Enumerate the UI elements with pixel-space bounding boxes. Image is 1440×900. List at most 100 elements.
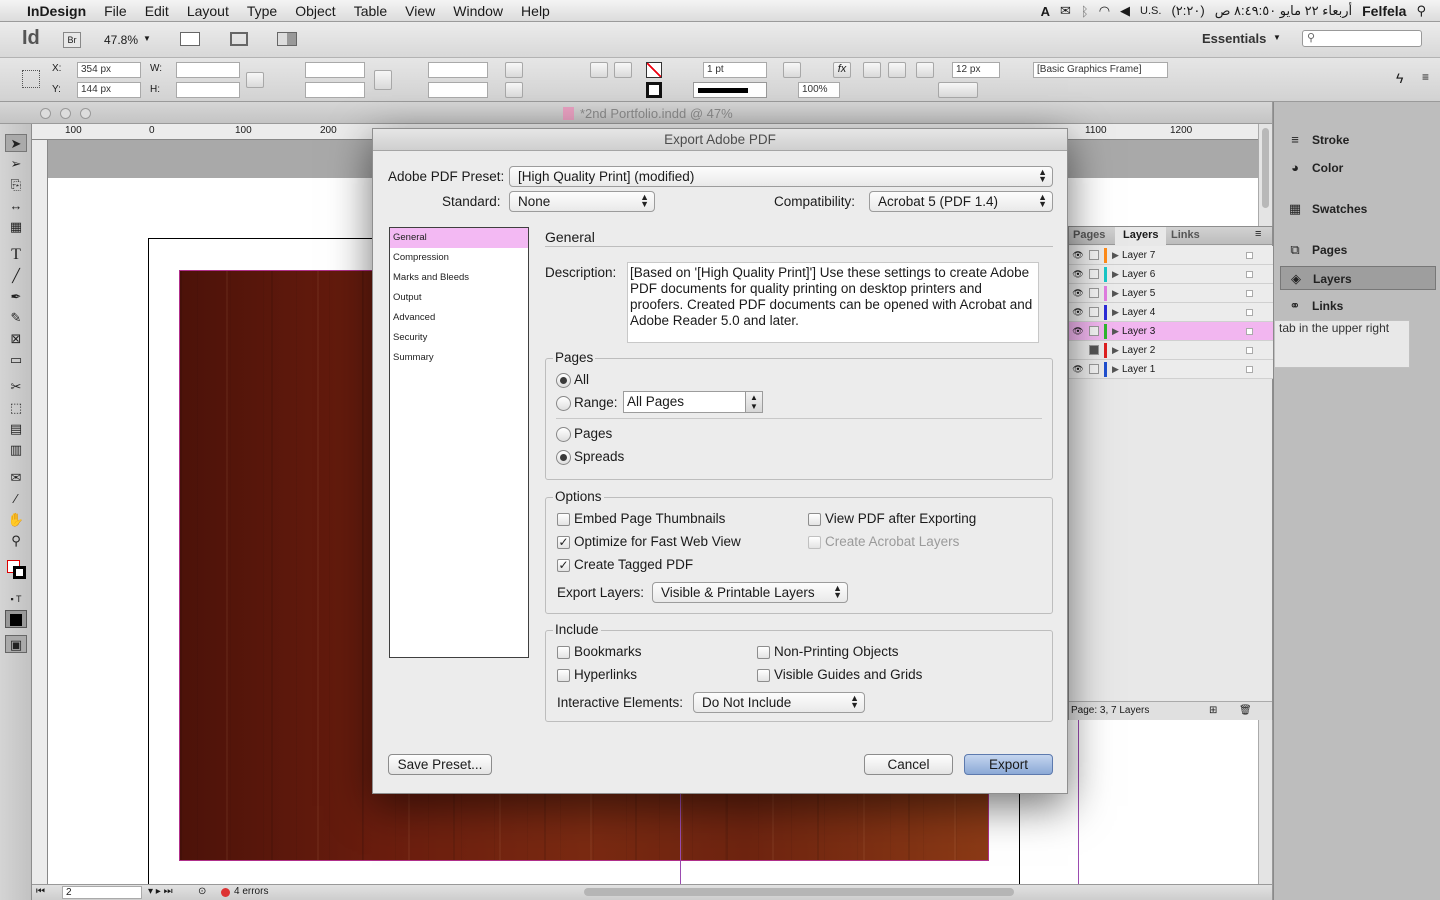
stroke-swatch[interactable] [646,82,662,98]
tab-pages[interactable]: Pages [1073,229,1105,241]
format-container-icon[interactable]: ▪ T [5,590,27,608]
x-position-field[interactable]: 354 px [77,62,141,78]
workspace-chevron-icon[interactable]: ▼ [1273,33,1281,42]
page-tool-icon[interactable]: ⎘ [5,176,27,194]
visibility-eye-icon[interactable]: 👁 [1071,303,1085,322]
fill-stroke-icon[interactable] [5,560,27,582]
trash-icon[interactable]: 🗑 [1239,702,1252,720]
lock-toggle-icon[interactable] [1089,269,1099,279]
dock-color[interactable]: ◕ Color [1280,156,1436,180]
category-item[interactable]: Summary [390,348,528,368]
checkbox-hyperlinks[interactable] [557,669,570,682]
scissors-tool-icon[interactable]: ✂ [5,378,27,396]
panel-menu-icon[interactable]: ≡ [1255,228,1261,240]
first-page-icon[interactable]: ⏮ [36,886,45,897]
pen-tool-icon[interactable]: ✒ [5,288,27,306]
category-item[interactable]: Marks and Bleeds [390,268,528,288]
visibility-eye-icon[interactable]: 👁 [1071,246,1085,265]
layer-row[interactable]: ▶ Layer 2 [1069,341,1273,360]
menu-view[interactable]: View [396,3,444,19]
layer-target-icon[interactable] [1246,366,1253,373]
constrain-proportions-icon[interactable] [246,72,264,88]
adobe-icon[interactable]: A [1041,4,1050,19]
screen-mode-icon[interactable] [230,32,248,46]
visibility-eye-icon[interactable]: 👁 [1071,265,1085,284]
layer-row[interactable]: 👁 ▶ Layer 7 [1069,246,1273,265]
standard-dropdown[interactable]: None ▲ ▼ [509,191,655,212]
input-source[interactable]: U.S. [1140,5,1161,17]
search-input[interactable]: ⚲ [1302,30,1422,47]
text-wrap-icon[interactable] [863,62,881,78]
wifi-icon[interactable]: ◠ [1099,3,1110,19]
layer-target-icon[interactable] [1246,290,1253,297]
layer-target-icon[interactable] [1246,271,1253,278]
dock-stroke[interactable]: ≡ Stroke [1280,128,1436,152]
cancel-button[interactable]: Cancel [864,754,953,775]
opacity-field[interactable]: 100% [798,82,840,98]
layer-target-icon[interactable] [1246,252,1253,259]
checkbox-nonprinting[interactable] [757,646,770,659]
dock-layers[interactable]: ◈ Layers [1280,266,1436,290]
select-container-icon[interactable] [614,62,632,78]
lock-toggle-icon[interactable] [1089,364,1099,374]
clock[interactable]: أربعاء ٢٢ مايو ٨:٤٩:٥٠ ص [1215,3,1352,19]
lightning-icon[interactable]: ϟ [1396,70,1403,86]
interactive-dropdown[interactable]: Do Not Include ▲ ▼ [693,692,865,713]
stepper-icon[interactable]: ▲ ▼ [745,392,762,412]
expand-triangle-icon[interactable]: ▶ [1112,360,1119,379]
offset-field[interactable]: 12 px [952,62,1000,78]
layer-row[interactable]: 👁 ▶ Layer 1 [1069,360,1273,379]
dock-pages[interactable]: ⧉ Pages [1280,238,1436,262]
selection-tool-icon[interactable]: ➤ [5,134,27,152]
y-position-field[interactable]: 144 px [77,82,141,98]
spotlight-icon[interactable]: ⚲ [1416,3,1426,19]
menu-edit[interactable]: Edit [136,3,178,19]
flip-icon[interactable] [505,82,523,98]
checkbox-embed-thumbnails[interactable] [557,513,570,526]
layer-target-icon[interactable] [1246,328,1253,335]
zoom-chevron-down-icon[interactable]: ▼ [143,34,151,43]
scale-y-field[interactable] [305,82,365,98]
corner-options-icon[interactable] [938,82,978,98]
stroke-type-selector[interactable] [693,82,767,98]
visibility-eye-icon[interactable]: 👁 [1071,360,1085,379]
lock-toggle-icon[interactable] [1089,326,1099,336]
checkbox-view-after[interactable] [808,513,821,526]
workspace-switcher[interactable]: Essentials [1202,31,1266,46]
link-icon[interactable] [374,70,392,90]
note-tool-icon[interactable]: ✉ [5,469,27,487]
checkbox-optimize-web[interactable]: ✓ [557,536,570,549]
volume-icon[interactable]: ◀ [1120,3,1130,19]
radio-pages[interactable] [556,427,571,442]
zoom-window-button[interactable] [80,108,91,119]
rotation-field[interactable] [428,62,488,78]
rotate-icon[interactable] [505,62,523,78]
mail-icon[interactable]: ✉ [1060,3,1071,19]
menu-help[interactable]: Help [512,3,559,19]
width-field[interactable] [176,62,240,78]
select-content-icon[interactable] [590,62,608,78]
category-item[interactable]: Output [390,288,528,308]
effects-icon[interactable]: fx [833,62,851,78]
arrange-documents-icon[interactable] [277,32,297,46]
gradient-swatch-tool-icon[interactable]: ▤ [5,420,27,438]
layer-target-icon[interactable] [1246,347,1253,354]
visibility-eye-icon[interactable]: 👁 [1071,284,1085,303]
rectangle-tool-icon[interactable]: ▭ [5,351,27,369]
height-field[interactable] [176,82,240,98]
page-number-field[interactable]: 2 [62,886,142,899]
menu-type[interactable]: Type [238,3,286,19]
export-button[interactable]: Export [964,754,1053,775]
align-icon[interactable] [888,62,906,78]
visibility-eye-icon[interactable]: 👁 [1071,322,1085,341]
fill-swatch[interactable] [646,62,662,78]
bluetooth-icon[interactable]: ᛒ [1081,4,1089,19]
radio-all-pages[interactable] [556,373,571,388]
tab-layers[interactable]: Layers [1115,227,1167,245]
dock-links[interactable]: ⚭ Links [1280,294,1436,318]
expand-triangle-icon[interactable]: ▶ [1112,341,1119,360]
radio-spreads[interactable] [556,450,571,465]
panel-menu-icon[interactable]: ≡ [1422,70,1429,84]
content-collector-icon[interactable]: ▦ [5,218,27,236]
expand-triangle-icon[interactable]: ▶ [1112,303,1119,322]
